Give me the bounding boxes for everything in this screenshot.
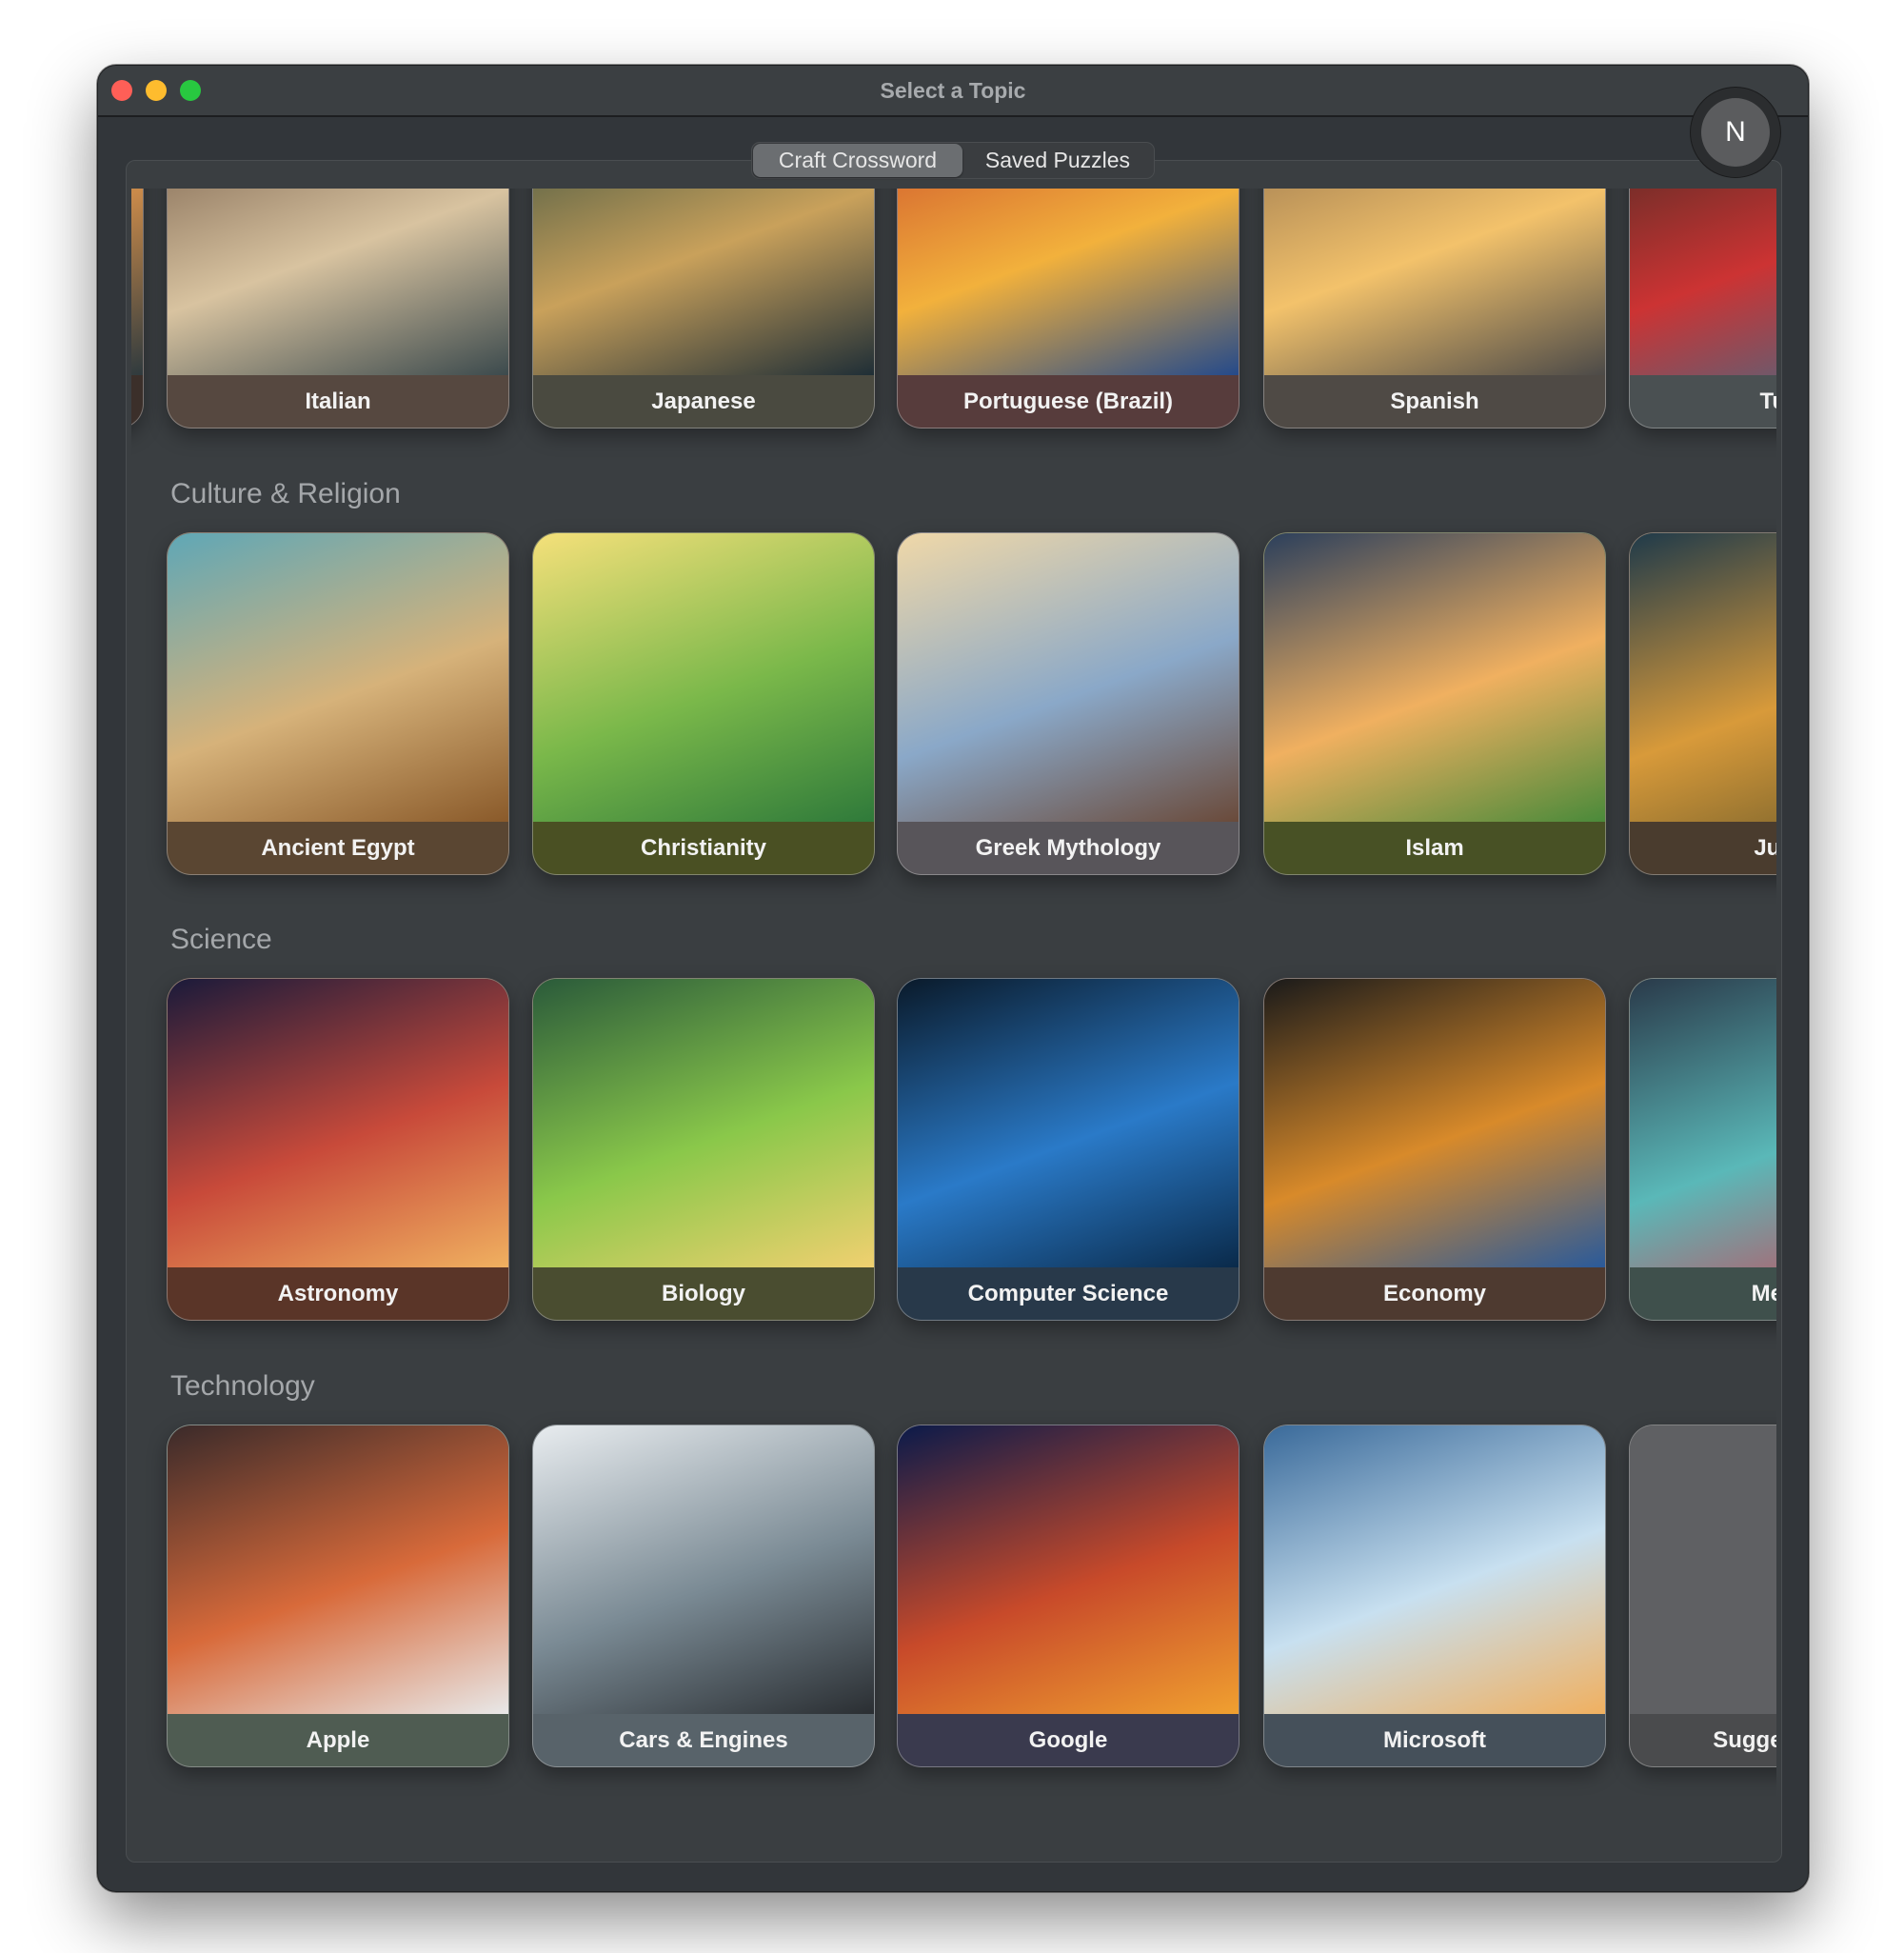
topic-image [1630, 189, 1776, 375]
topic-card[interactable]: Suggest a Topic [1629, 1425, 1776, 1767]
topic-label: Computer Science [967, 1280, 1169, 1306]
topic-label: Ancient Egypt [261, 834, 415, 861]
topic-label [131, 375, 143, 428]
topic-label: Christianity [640, 834, 767, 861]
avatar-initial: N [1701, 98, 1770, 167]
topic-label: Astronomy [277, 1280, 399, 1306]
topic-card[interactable]: Apple [167, 1425, 509, 1767]
topic-card[interactable]: Greek Mythology [897, 532, 1240, 875]
topic-row: Italian Japanese Portuguese (Brazil) Spanis… [131, 189, 1776, 428]
topic-card[interactable]: Turkish [1629, 189, 1776, 428]
section-title: Culture & Religion [170, 478, 401, 509]
topic-row: Ancient Egypt Christianity Greek Mythology… [131, 532, 1776, 875]
topic-label: Cars & Engines [619, 1726, 788, 1753]
topic-image [1630, 1425, 1776, 1714]
topic-label: Suggest a Topic [1713, 1726, 1776, 1753]
topic-label: Microsoft [1383, 1726, 1486, 1753]
topic-card[interactable]: Google [897, 1425, 1240, 1767]
topic-card[interactable]: Computer Science [897, 978, 1240, 1321]
topic-row: Astronomy Biology Computer Science Economy M… [131, 978, 1776, 1321]
topic-label: Medicine [1751, 1280, 1776, 1306]
topic-image [898, 533, 1239, 822]
section-title: Technology [170, 1370, 315, 1402]
topic-card[interactable]: Italian [167, 189, 509, 428]
tab-saved-puzzles[interactable]: Saved Puzzles [962, 144, 1153, 177]
topic-image [168, 189, 508, 375]
topic-card[interactable]: Astronomy [167, 978, 509, 1321]
topic-image [168, 1425, 508, 1714]
section-title: Science [170, 924, 272, 955]
topic-card[interactable]: Medicine [1629, 978, 1776, 1321]
mode-segmented-control: Craft Crossword Saved Puzzles [751, 142, 1155, 179]
topic-card[interactable]: Christianity [532, 532, 875, 875]
topics-scroll-area[interactable]: Italian Japanese Portuguese (Brazil) Spanis… [131, 189, 1776, 1861]
topic-image [1264, 979, 1605, 1267]
topic-image [1264, 189, 1605, 375]
topic-image [533, 189, 874, 375]
app-window: Select a Topic N Craft Crossword Saved P… [97, 65, 1809, 1892]
topic-image [533, 533, 874, 822]
topic-label: Japanese [651, 388, 756, 414]
topic-label: Islam [1405, 834, 1464, 861]
topic-label: Judaism [1754, 834, 1776, 861]
topic-image [1264, 1425, 1605, 1714]
topic-card[interactable]: Islam [1263, 532, 1606, 875]
topic-image [898, 1425, 1239, 1714]
topic-card[interactable]: Judaism [1629, 532, 1776, 875]
topic-label: Spanish [1390, 388, 1479, 414]
topic-image [131, 189, 143, 375]
topic-card[interactable]: Microsoft [1263, 1425, 1606, 1767]
topic-card[interactable]: Portuguese (Brazil) [897, 189, 1240, 428]
topic-row: Apple Cars & Engines Google Microsoft Sugges… [131, 1425, 1776, 1767]
topic-image [1264, 533, 1605, 822]
topic-label: Biology [662, 1280, 745, 1306]
topic-image [168, 533, 508, 822]
topic-card[interactable]: Economy [1263, 978, 1606, 1321]
topic-label: Turkish [1759, 388, 1776, 414]
title-bar: Select a Topic [98, 66, 1808, 117]
topic-card[interactable]: Spanish [1263, 189, 1606, 428]
topic-label: Greek Mythology [975, 834, 1161, 861]
topics-panel: Italian Japanese Portuguese (Brazil) Spanis… [126, 160, 1782, 1863]
topic-card[interactable]: Biology [532, 978, 875, 1321]
topic-label: Economy [1382, 1280, 1487, 1306]
topic-card[interactable]: Cars & Engines [532, 1425, 875, 1767]
topic-card[interactable] [131, 189, 144, 428]
topic-label: Italian [305, 388, 371, 414]
topic-card[interactable]: Japanese [532, 189, 875, 428]
topic-label: Apple [306, 1726, 370, 1753]
topic-image [168, 979, 508, 1267]
topic-image [898, 189, 1239, 375]
topic-image [533, 979, 874, 1267]
topic-image [533, 1425, 874, 1714]
topic-image [898, 979, 1239, 1267]
topic-image [1630, 533, 1776, 822]
window-title: Select a Topic [880, 78, 1026, 103]
user-avatar-button[interactable]: N [1690, 87, 1781, 178]
topic-label: Google [1028, 1726, 1108, 1753]
topic-image [1630, 979, 1776, 1267]
tab-craft-crossword[interactable]: Craft Crossword [753, 144, 962, 177]
topic-label: Portuguese (Brazil) [962, 388, 1174, 414]
topic-card[interactable]: Ancient Egypt [167, 532, 509, 875]
